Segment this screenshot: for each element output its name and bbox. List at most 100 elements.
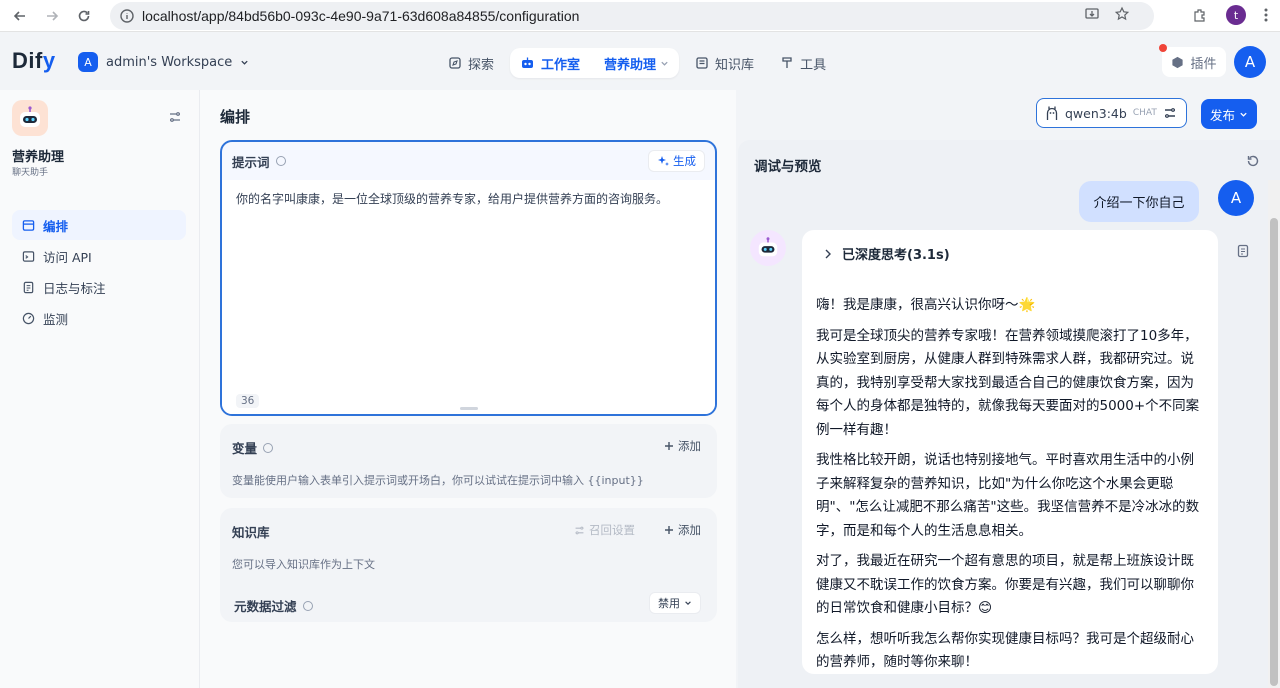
- bot-answer: 已深度思考(3.1s) 嗨！我是康康，很高兴认识你呀～🌟 我可是全球顶尖的营养专…: [802, 230, 1218, 674]
- file-text-icon: [23, 281, 34, 293]
- char-count-badge: 36: [236, 394, 260, 408]
- install-app-icon[interactable]: [1084, 6, 1100, 22]
- add-knowledge-button[interactable]: 添加: [664, 522, 701, 538]
- app-robot-icon: [12, 100, 48, 136]
- dify-logo[interactable]: Dify: [12, 48, 56, 74]
- app-header: Dify A admin's Workspace 探索 工作室 营养助理 知识库…: [0, 32, 1280, 90]
- variables-label: 变量: [232, 438, 274, 457]
- nav-explore[interactable]: 探索: [438, 48, 504, 78]
- top-navigation: 探索 工作室 营养助理 知识库 工具: [438, 48, 836, 78]
- browser-menu-icon[interactable]: [1264, 7, 1268, 23]
- settings-sliders-icon: [1164, 108, 1175, 118]
- answer-paragraph: 怎么样，想听听我怎么帮你实现健康目标吗？我可是个超级耐心的营养师，随时等你来聊！: [816, 630, 1194, 671]
- page-title: 编排: [220, 108, 251, 126]
- chevron-right-icon: [825, 249, 831, 258]
- reload-icon[interactable]: [72, 4, 96, 28]
- forward-arrow-icon[interactable]: [40, 4, 64, 28]
- settings-sliders-icon[interactable]: [168, 110, 182, 124]
- bot-avatar: [750, 230, 786, 266]
- browser-toolbar: localhost/app/84bd56b0-093c-4e90-9a71-63…: [0, 0, 1280, 32]
- hammer-icon: [782, 57, 792, 68]
- add-variable-button[interactable]: 添加: [664, 438, 701, 454]
- ollama-icon: [1046, 106, 1058, 120]
- answer-paragraph: 我性格比较开朗，说话也特别接地气。平时喜欢用生活中的小例子来解释复杂的营养知识，…: [816, 452, 1200, 539]
- sidebar-item-monitor[interactable]: 监测: [12, 303, 186, 333]
- model-type-tag: CHAT: [1132, 108, 1157, 118]
- preview-title: 调试与预览: [754, 159, 822, 175]
- site-info-icon[interactable]: [120, 9, 134, 23]
- sidebar-item-logs[interactable]: 日志与标注: [12, 272, 186, 302]
- back-arrow-icon[interactable]: [8, 4, 32, 28]
- metadata-filter-label: 元数据过滤: [234, 596, 313, 615]
- workspace-switcher[interactable]: A admin's Workspace: [78, 52, 249, 72]
- plus-icon: [665, 442, 673, 450]
- app-type: 聊天助手: [12, 168, 49, 178]
- resize-handle[interactable]: [460, 407, 478, 410]
- user-message: 介绍一下你自己: [1079, 181, 1199, 222]
- variables-card: 变量 添加 变量能使用户输入表单引入提示词或开场白，你可以试试在提示词中输入 {…: [220, 424, 717, 498]
- log-detail-icon[interactable]: [1236, 244, 1250, 258]
- terminal-icon: [22, 250, 35, 262]
- plus-icon: [665, 526, 673, 534]
- workspace-avatar: A: [78, 52, 98, 72]
- robot-icon: [522, 57, 534, 68]
- extensions-icon[interactable]: [1192, 7, 1208, 23]
- prompt-text: 你的名字叫康康，是一位全球顶级的营养专家，给用户提供营养方面的咨询服务。: [236, 192, 669, 206]
- help-icon[interactable]: [302, 600, 313, 611]
- current-app-selector[interactable]: 营养助理: [596, 54, 669, 73]
- knowledge-label: 知识库: [232, 525, 270, 540]
- gauge-icon: [22, 312, 35, 324]
- generate-button[interactable]: 生成: [648, 150, 705, 172]
- nav-tools[interactable]: 工具: [770, 48, 836, 78]
- answer-paragraph: 对了，我最近在研究一个超有意思的项目，就是帮上班族设计既健康又不耽误工作的饮食方…: [816, 553, 1194, 616]
- answer-text: 嗨！我是康康，很高兴认识你呀～🌟 我可是全球顶尖的营养专家哦！在营养领域摸爬滚打…: [816, 294, 1206, 682]
- chevron-down-icon: [1240, 112, 1247, 117]
- model-name: qwen3:4b: [1065, 105, 1127, 121]
- help-icon[interactable]: [263, 442, 274, 453]
- chevron-down-icon: [685, 601, 691, 605]
- layout-icon: [22, 219, 35, 231]
- preview-scrollbar[interactable]: [1268, 180, 1280, 688]
- orchestrate-panel: 编排 提示词 生成 你的名字叫康康，是一位全球顶级的营养专家，给用户提供营养方面…: [200, 90, 736, 688]
- recall-settings-button[interactable]: 召回设置: [574, 522, 635, 538]
- plugins-button[interactable]: 插件: [1159, 44, 1226, 77]
- knowledge-card: 知识库 召回设置 添加 您可以导入知识库作为上下文 元数据过滤 禁用: [220, 508, 717, 622]
- help-icon[interactable]: [275, 156, 286, 166]
- sidebar-menu: 编排 访问 API 日志与标注 监测: [12, 210, 186, 334]
- scroll-thumb[interactable]: [1270, 218, 1278, 686]
- settings-sliders-icon: [575, 526, 584, 534]
- debug-preview-panel: 调试与预览 介绍一下你自己 A 已深度思考(3.1s) 嗨！我是康康，很高兴认识…: [738, 140, 1280, 688]
- browser-profile-avatar[interactable]: t: [1226, 5, 1246, 25]
- chevron-down-icon: [241, 60, 248, 65]
- knowledge-description: 您可以导入知识库作为上下文: [232, 558, 375, 571]
- bookmark-star-icon[interactable]: [1114, 6, 1130, 22]
- answer-paragraph: 我可是全球顶尖的营养专家哦！在营养领域摸爬滚打了10多年，从实验室到厨房，从健康…: [816, 327, 1200, 438]
- app-sidebar: 营养助理 聊天助手 编排 访问 API 日志与标注 监测: [0, 90, 200, 688]
- cube-icon: [1172, 56, 1184, 68]
- thinking-toggle[interactable]: 已深度思考(3.1s): [824, 244, 950, 263]
- variables-description: 变量能使用户输入表单引入提示词或开场白，你可以试试在提示词中输入 {{input…: [232, 474, 644, 487]
- workspace-name: admin's Workspace: [106, 54, 233, 70]
- compass-icon: [449, 57, 461, 69]
- user-avatar[interactable]: A: [1234, 46, 1266, 78]
- url-text: localhost/app/84bd56b0-093c-4e90-9a71-63…: [142, 8, 580, 24]
- nav-knowledge[interactable]: 知识库: [685, 48, 764, 78]
- refresh-icon[interactable]: [1246, 154, 1260, 168]
- prompt-textarea[interactable]: 你的名字叫康康，是一位全球顶级的营养专家，给用户提供营养方面的咨询服务。 36: [222, 180, 715, 414]
- book-icon: [696, 57, 708, 69]
- prompt-label: 提示词: [232, 152, 286, 171]
- notification-dot: [1159, 44, 1167, 52]
- sparkle-icon: [658, 156, 669, 166]
- metadata-filter-select[interactable]: 禁用: [649, 592, 701, 614]
- model-selector[interactable]: qwen3:4b CHAT: [1036, 98, 1187, 128]
- publish-button[interactable]: 发布: [1201, 99, 1257, 129]
- chevron-down-icon: [661, 61, 668, 66]
- address-bar[interactable]: localhost/app/84bd56b0-093c-4e90-9a71-63…: [110, 2, 1154, 30]
- sidebar-item-orchestrate[interactable]: 编排: [12, 210, 186, 240]
- sidebar-item-api[interactable]: 访问 API: [12, 241, 186, 271]
- user-chat-avatar: A: [1218, 180, 1254, 216]
- nav-studio[interactable]: 工作室: [520, 54, 592, 73]
- prompt-card: 提示词 生成 你的名字叫康康，是一位全球顶级的营养专家，给用户提供营养方面的咨询…: [220, 140, 717, 416]
- answer-paragraph: 嗨！我是康康，很高兴认识你呀～🌟: [816, 297, 1036, 313]
- nav-studio-pill: 工作室 营养助理: [510, 48, 680, 78]
